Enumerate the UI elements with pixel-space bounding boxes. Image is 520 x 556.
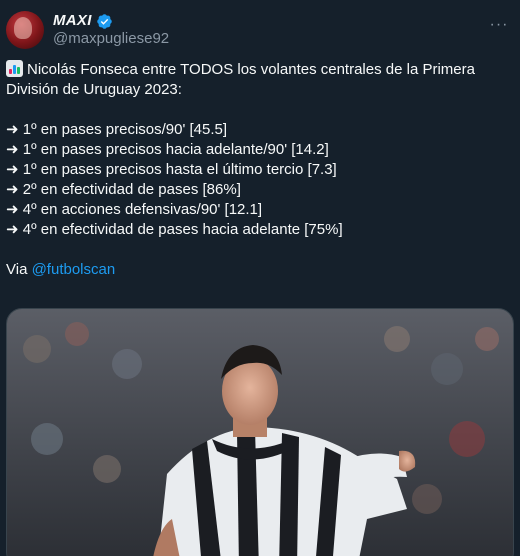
player-photo-image — [7, 309, 513, 556]
author-display-name[interactable]: MAXI — [53, 12, 92, 30]
tweet-text: Nicolás Fonseca entre TODOS los volantes… — [6, 60, 514, 280]
stat-line: ➜ 1º en pases precisos hacia adelante/90… — [6, 141, 329, 158]
via-prefix: Via — [6, 261, 32, 278]
author-info: MAXI @maxpugliese92 — [53, 12, 169, 48]
stat-line: ➜ 2º en efectividad de pases [86%] — [6, 181, 241, 198]
tweet-header: MAXI @maxpugliese92 ··· — [6, 10, 514, 50]
more-options-icon[interactable]: ··· — [488, 14, 510, 36]
author-handle[interactable]: @maxpugliese92 — [53, 30, 169, 48]
stat-line: ➜ 4º en acciones defensivas/90' [12.1] — [6, 201, 263, 218]
stat-line: ➜ 4º en efectividad de pases hacia adela… — [6, 221, 343, 238]
avatar[interactable] — [6, 11, 44, 49]
bar-chart-icon — [6, 60, 23, 77]
stat-line: ➜ 1º en pases precisos/90' [45.5] — [6, 121, 228, 138]
author-name-row: MAXI — [53, 12, 169, 30]
tweet-photo[interactable] — [6, 308, 514, 556]
tweet-intro-line-1: Nicolás Fonseca entre TODOS los volantes… — [6, 60, 514, 80]
tweet-intro-line-2: División de Uruguay 2023: — [6, 81, 182, 98]
verified-badge-icon — [96, 13, 112, 29]
tweet-intro-text-1: Nicolás Fonseca entre TODOS los volantes… — [27, 61, 475, 78]
via-line: Via @futbolscan — [6, 260, 514, 280]
stat-line: ➜ 1º en pases precisos hasta el último t… — [6, 161, 337, 178]
mention-link[interactable]: @futbolscan — [32, 261, 116, 278]
tweet-card: MAXI @maxpugliese92 ··· Nicolás Fonseca … — [0, 0, 520, 556]
